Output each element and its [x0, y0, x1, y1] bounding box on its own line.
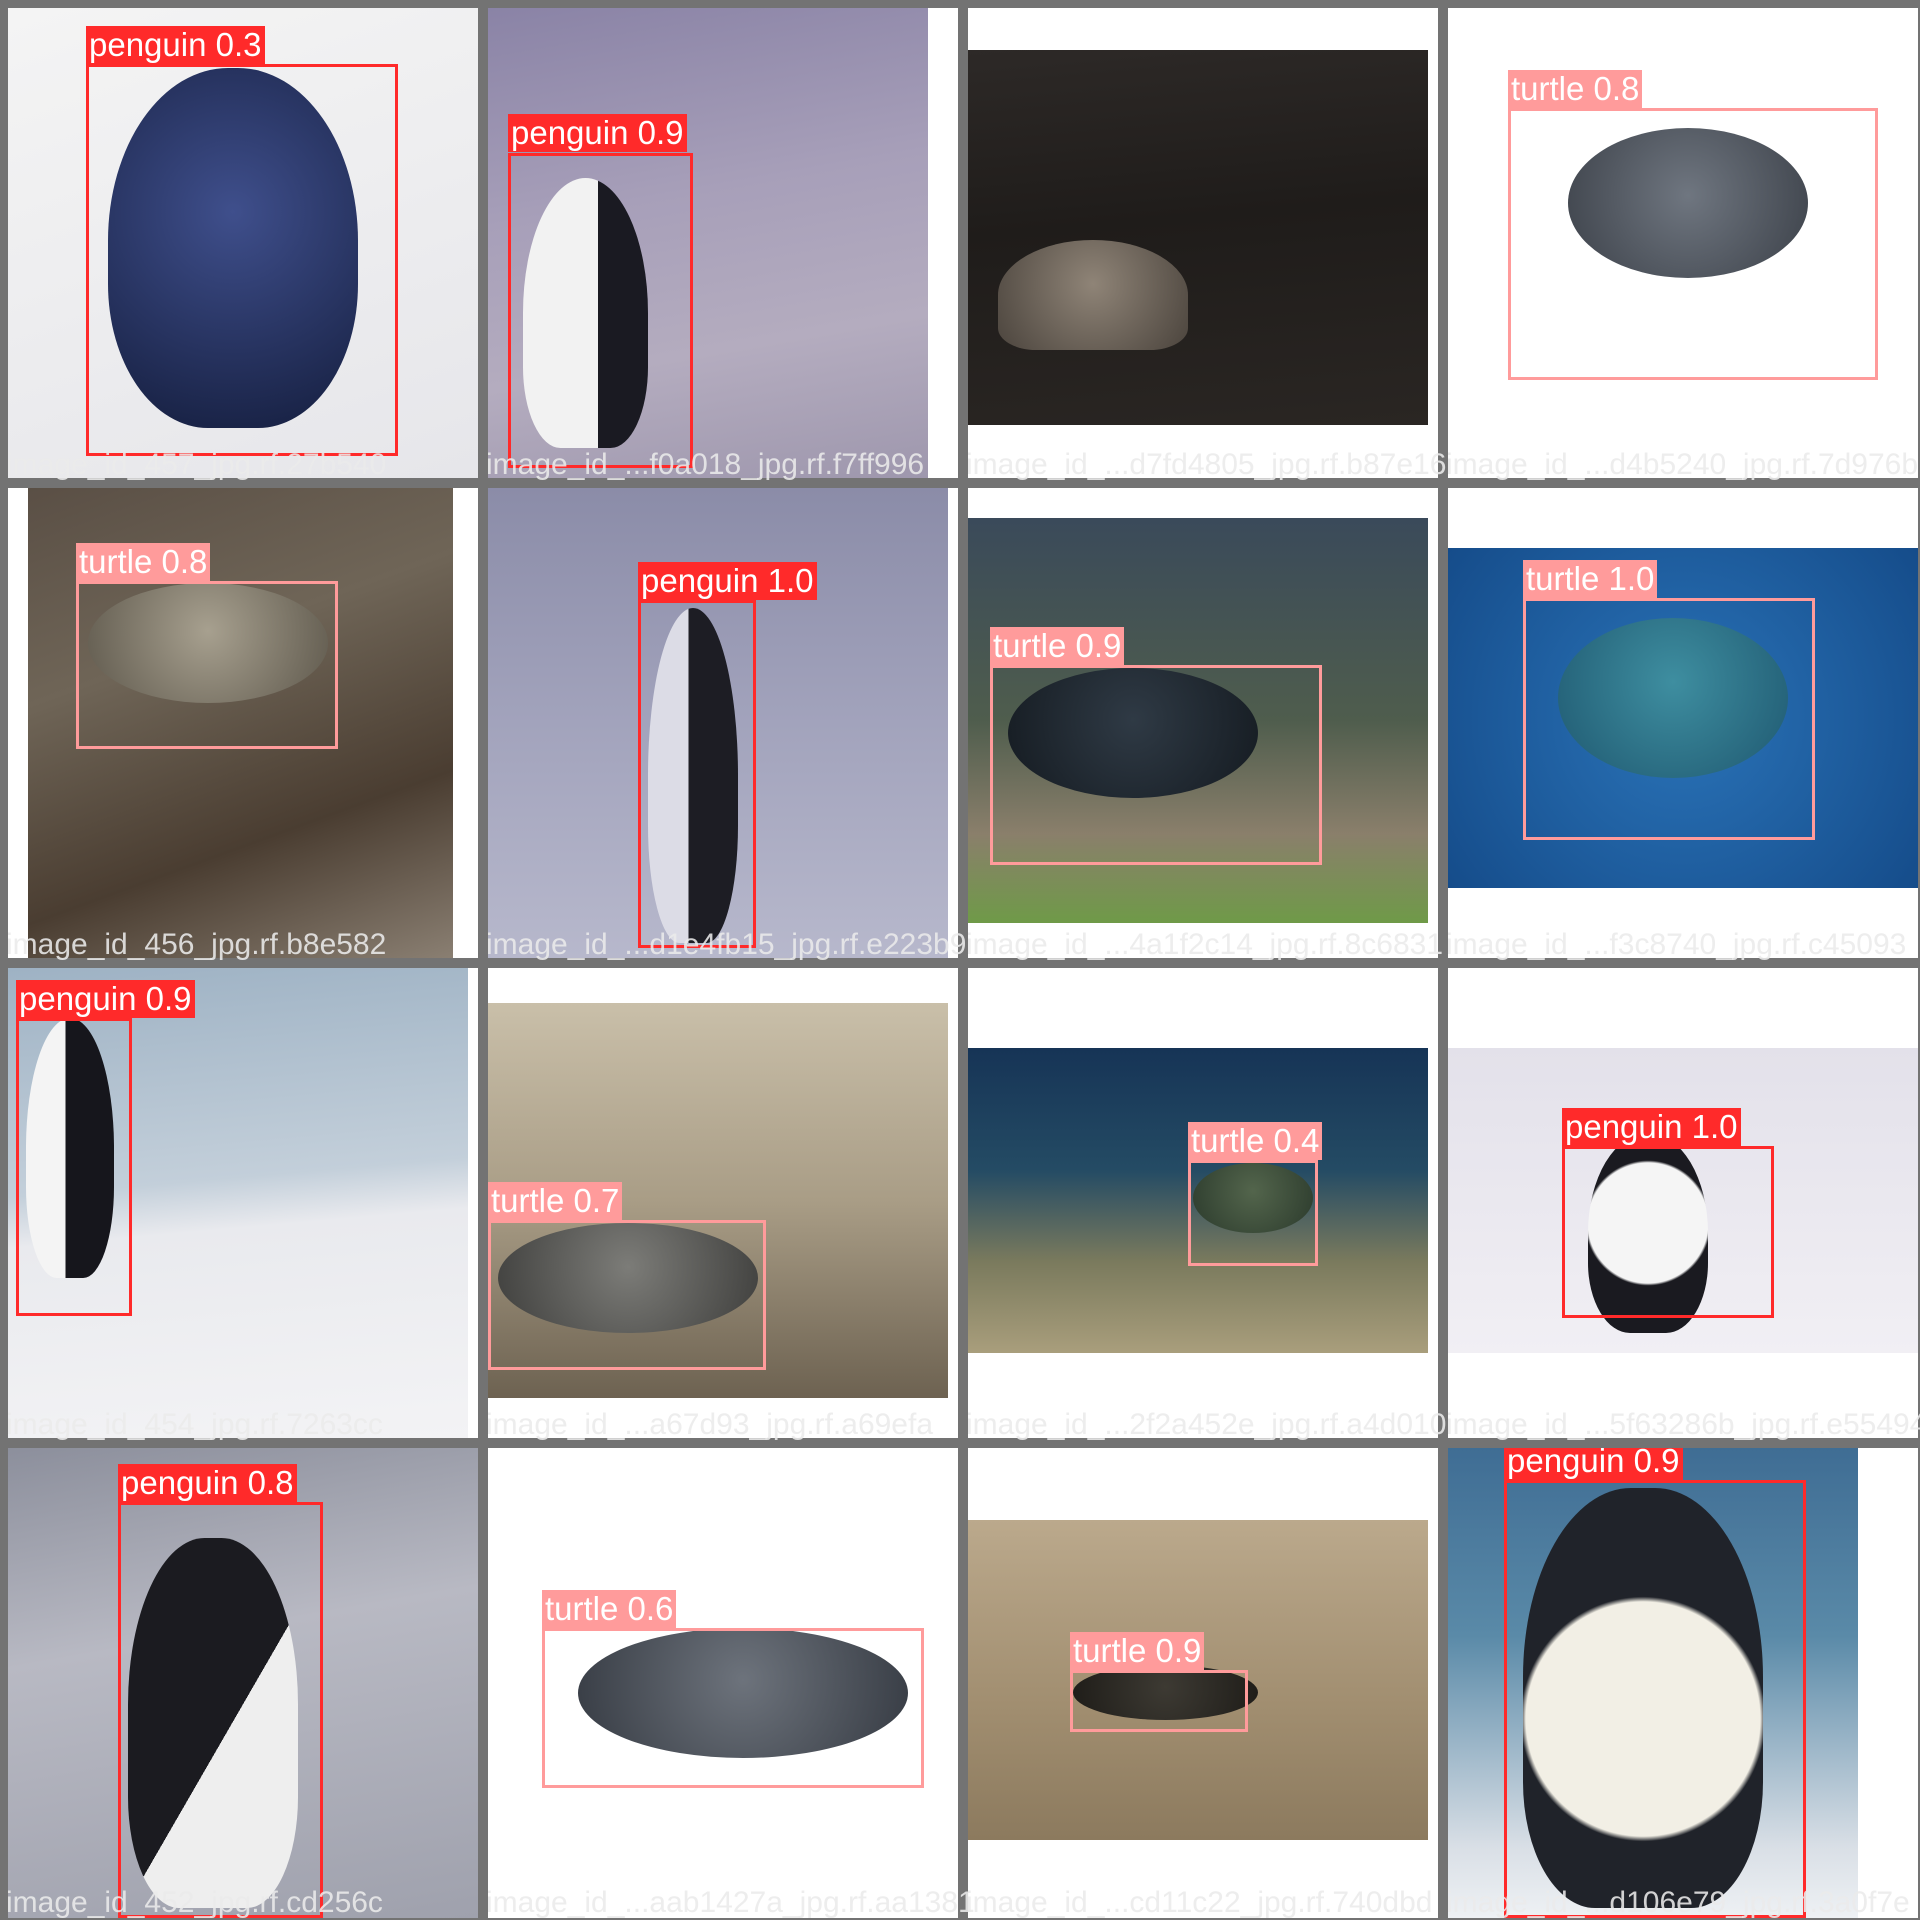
bounding-box	[1523, 598, 1815, 840]
photo	[968, 50, 1428, 425]
result-tile: turtle 0.9	[968, 488, 1438, 958]
detection-label: turtle 0.7	[488, 1182, 623, 1220]
bounding-box	[1508, 108, 1878, 380]
result-tile: turtle 0.4	[968, 968, 1438, 1438]
result-tile: penguin 0.9	[8, 968, 478, 1438]
result-tile: turtle 0.6	[488, 1448, 958, 1918]
result-tile: turtle 0.8	[1448, 8, 1918, 478]
result-tile: penguin 0.3	[8, 8, 478, 478]
result-tile: penguin 1.0	[1448, 968, 1918, 1438]
result-tile: turtle 0.9	[968, 1448, 1438, 1918]
bounding-box	[118, 1502, 323, 1918]
result-tile: turtle 0.8	[8, 488, 478, 958]
detection-label: turtle 1.0	[1523, 560, 1658, 598]
result-tile: turtle 0.7	[488, 968, 958, 1438]
result-tile: penguin 0.9	[1448, 1448, 1918, 1918]
detection-label: penguin 0.9	[1504, 1448, 1683, 1480]
detection-results-grid: penguin 0.3 penguin 0.9 turtle 0.8 turtl…	[0, 0, 1920, 1920]
detection-label: penguin 0.8	[118, 1464, 297, 1502]
detection-label: turtle 0.9	[990, 627, 1125, 665]
bounding-box	[16, 1018, 132, 1316]
result-tile	[968, 8, 1438, 478]
detection-label: penguin 0.3	[86, 26, 265, 64]
detection-label: turtle 0.8	[76, 543, 211, 581]
detection-label: penguin 0.9	[508, 114, 687, 152]
detection-label: turtle 0.8	[1508, 70, 1643, 108]
detection-label: penguin 1.0	[638, 562, 817, 600]
detection-label: turtle 0.6	[542, 1590, 677, 1628]
result-tile: penguin 0.8	[8, 1448, 478, 1918]
bounding-box	[1504, 1480, 1806, 1918]
bounding-box	[86, 64, 398, 456]
result-tile: penguin 1.0	[488, 488, 958, 958]
detection-label: penguin 0.9	[16, 980, 195, 1018]
detection-label: turtle 0.9	[1070, 1632, 1205, 1670]
result-tile: turtle 1.0	[1448, 488, 1918, 958]
detection-label: penguin 1.0	[1562, 1108, 1741, 1146]
bounding-box	[1562, 1146, 1774, 1318]
bounding-box	[1188, 1160, 1318, 1266]
detection-label: turtle 0.4	[1188, 1122, 1323, 1160]
bounding-box	[638, 600, 756, 948]
bounding-box	[990, 665, 1322, 865]
bounding-box	[542, 1628, 924, 1788]
bounding-box	[508, 153, 693, 468]
bounding-box	[76, 581, 338, 749]
bounding-box	[1070, 1670, 1248, 1732]
result-tile: penguin 0.9	[488, 8, 958, 478]
bounding-box	[488, 1220, 766, 1370]
